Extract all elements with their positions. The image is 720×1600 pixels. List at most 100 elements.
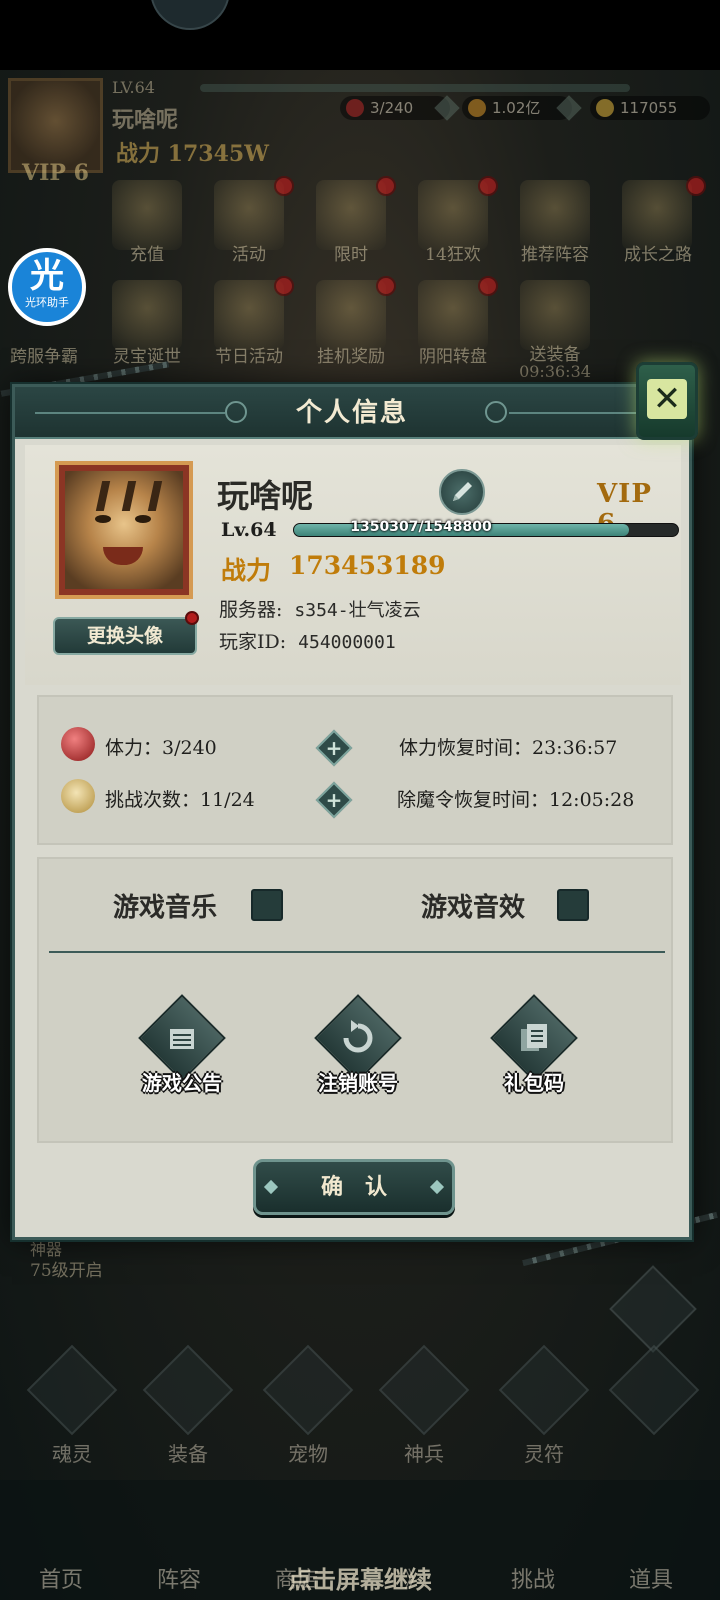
notification-dot (478, 276, 498, 296)
challenge-count-text: 挑战次数：11/24 (105, 789, 255, 811)
music-toggle[interactable] (251, 889, 283, 921)
portrait-detail (135, 515, 151, 523)
menu-label-wheel: 阴阳转盘 (419, 347, 487, 367)
menu-label-recharge: 充值 (130, 245, 164, 265)
tap-to-continue-hint[interactable]: 点击屏幕继续 (0, 1560, 720, 1595)
hud-level: LV.64 (112, 78, 155, 97)
menu-label-limited: 限时 (334, 245, 368, 265)
profile-card: 更换头像 玩啥呢 VIP 6 Lv.64 1350307/1548800 战力 … (25, 445, 681, 685)
player-id-label: 玩家ID: (219, 631, 287, 653)
idle-reward-icon[interactable] (316, 280, 386, 350)
logout-label[interactable]: 注销账号 (293, 1067, 423, 1096)
spirit-treasure-icon[interactable] (112, 280, 182, 350)
server-value: s354-壮气凌云 (294, 600, 421, 621)
exp-text: 1350307/1548800 (350, 519, 492, 535)
notification-dot (274, 176, 294, 196)
menu-label-lineup: 推荐阵容 (521, 245, 589, 265)
announcement-label[interactable]: 游戏公告 (117, 1067, 247, 1096)
menu-label-festival: 节日活动 (215, 347, 283, 367)
assistant-bubble[interactable]: 光 光环助手 (8, 248, 86, 326)
hud-gold[interactable]: 1.02亿 (462, 95, 582, 121)
plus-icon: + (325, 736, 343, 760)
close-button[interactable]: ✕ (636, 362, 698, 440)
avatar[interactable] (55, 461, 193, 599)
stamina-card: 体力：3/240 + 体力恢复时间：23:36:57 挑战次数：11/24 + … (37, 695, 673, 845)
notification-dot (274, 276, 294, 296)
function-label-weapon: 神兵 (404, 1442, 444, 1466)
hud-avatar[interactable] (8, 78, 103, 173)
ingot-icon (596, 99, 614, 117)
coin-icon (468, 99, 486, 117)
festival-icon[interactable] (214, 280, 284, 350)
notification-dot (376, 276, 396, 296)
dialog-header: 个人信息 (15, 387, 689, 439)
add-challenge-button[interactable]: + (315, 781, 353, 819)
header-ornament (509, 412, 649, 414)
gem-ornament-icon (263, 1179, 279, 1195)
power-label: 战力 (221, 556, 272, 585)
papers-glyph (521, 1024, 547, 1051)
hud-exp-bar (200, 84, 630, 92)
stamina-icon (346, 99, 364, 117)
pencil-icon (453, 482, 472, 501)
token-recover-text: 除魔令恢复时间：12:05:28 (397, 789, 635, 811)
hud-power: 战力 17345W (116, 141, 269, 167)
notification-dot (185, 611, 199, 625)
stamina-gourd-icon (61, 727, 95, 761)
portrait-detail (121, 481, 137, 511)
function-label-pet: 宠物 (288, 1442, 328, 1466)
music-label: 游戏音乐 (113, 893, 218, 923)
function-label-talisman: 灵符 (524, 1442, 564, 1466)
server-info: 服务器: s354-壮气凌云 (219, 595, 421, 622)
gear-gift-timer: 09:36:34 (519, 362, 591, 381)
player-name: 玩啥呢 (217, 477, 314, 515)
bottom-nav: 首页 阵容 商店 》 挑战 道具 点击屏幕继续 (0, 1480, 720, 1600)
portrait-detail (95, 515, 111, 523)
confirm-button[interactable]: 确认 (253, 1159, 455, 1215)
notification-dot (686, 176, 706, 196)
dialog-title: 个人信息 (295, 398, 408, 428)
function-label-soul: 魂灵 (52, 1442, 92, 1466)
hud-name: 玩啥呢 (112, 107, 179, 133)
sfx-toggle[interactable] (557, 889, 589, 921)
menu-label-idle: 挂机奖励 (317, 347, 385, 367)
edit-name-button[interactable] (439, 469, 485, 515)
hud-stamina[interactable]: 3/240 (340, 95, 460, 121)
hud-gold-value: 1.02亿 (492, 99, 541, 117)
menu-label-events: 活动 (232, 245, 266, 265)
portrait-detail (95, 481, 111, 511)
undo-glyph (343, 1020, 373, 1053)
gem-ornament-icon (429, 1179, 445, 1195)
menu-label-cross-server: 跨服争霸 (10, 347, 78, 367)
swirl-icon (485, 401, 507, 423)
tiger-portrait-icon (65, 471, 183, 589)
server-label: 服务器: (219, 599, 283, 621)
notification-dot (376, 176, 396, 196)
confirm-label: 确认 (320, 1174, 409, 1200)
portrait-detail (103, 547, 143, 565)
menu-label-carnival: 14狂欢 (425, 245, 481, 265)
function-label-equipment: 装备 (168, 1442, 208, 1466)
hud-stamina-value: 3/240 (370, 99, 414, 117)
wheel-icon[interactable] (418, 280, 488, 350)
status-bar-area (0, 0, 720, 70)
floating-emblem-icon (150, 0, 230, 30)
plus-icon: + (325, 788, 343, 812)
close-icon: ✕ (647, 379, 687, 419)
menu-label-growth: 成长之路 (624, 245, 692, 265)
portrait-detail (147, 481, 163, 511)
hud-vip: VIP 6 (22, 160, 89, 186)
assistant-caption: 光环助手 (25, 296, 69, 309)
hud-gems-value: 117055 (620, 99, 678, 117)
profile-dialog: 个人信息 更换头像 玩啥呢 VIP 6 Lv.64 (12, 384, 692, 1240)
add-stamina-button[interactable]: + (315, 729, 353, 767)
swirl-icon (225, 401, 247, 423)
challenge-token-icon (61, 779, 95, 813)
board-glyph (170, 1029, 194, 1049)
gift-code-label[interactable]: 礼包码 (469, 1067, 599, 1096)
player-id-info: 玩家ID: 454000001 (219, 627, 396, 654)
hud-gems[interactable]: 117055 (590, 96, 710, 120)
change-avatar-button[interactable]: 更换头像 (53, 617, 197, 655)
divider (49, 951, 665, 953)
settings-card: 游戏音乐 游戏音效 游戏公告 注销账号 礼包码 (37, 857, 673, 1143)
